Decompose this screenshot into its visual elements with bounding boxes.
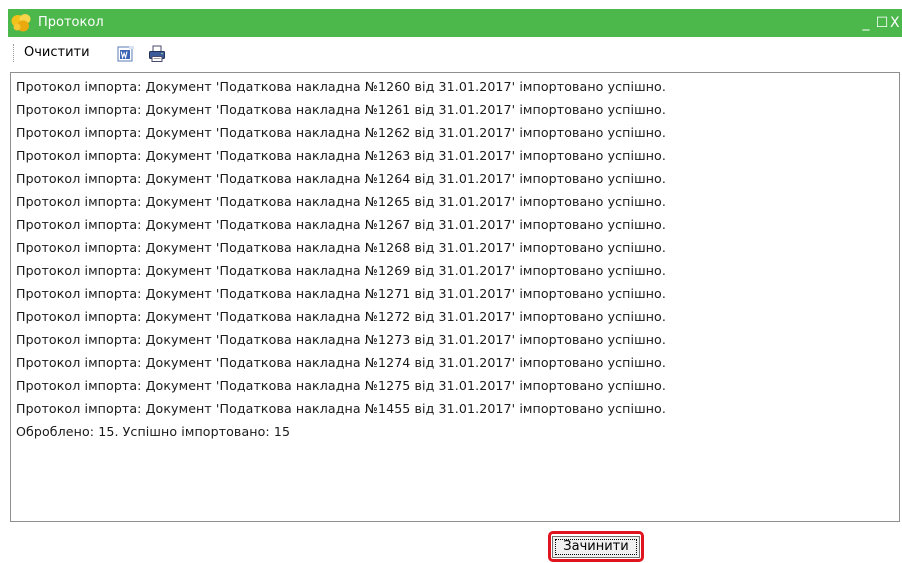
word-export-icon[interactable] xyxy=(117,45,135,63)
log-line: Протокол імпорта: Документ 'Податкова на… xyxy=(16,240,666,255)
log-line: Протокол імпорта: Документ 'Податкова на… xyxy=(16,194,666,209)
minimize-button[interactable]: _ xyxy=(858,13,874,33)
log-line: Протокол імпорта: Документ 'Податкова на… xyxy=(16,401,666,416)
close-dialog-button[interactable]: Зачинити xyxy=(552,536,640,558)
close-window-button[interactable]: X xyxy=(890,13,902,33)
focus-ring xyxy=(555,539,637,555)
log-line: Протокол імпорта: Документ 'Податкова на… xyxy=(16,171,666,186)
log-line: Протокол імпорта: Документ 'Податкова на… xyxy=(16,263,666,278)
toolbar: Очистити xyxy=(8,37,902,69)
log-line: Оброблено: 15. Успішно імпортовано: 15 xyxy=(16,424,291,439)
log-line: Протокол імпорта: Документ 'Податкова на… xyxy=(16,217,666,232)
log-line: Протокол імпорта: Документ 'Податкова на… xyxy=(16,79,666,94)
protocol-log[interactable]: Протокол імпорта: Документ 'Податкова на… xyxy=(10,72,900,522)
log-line: Протокол імпорта: Документ 'Податкова на… xyxy=(16,148,666,163)
title-bar[interactable]: Протокол _ ☐ X xyxy=(8,9,902,37)
maximize-button[interactable]: ☐ xyxy=(874,13,890,33)
log-line: Протокол імпорта: Документ 'Податкова на… xyxy=(16,332,666,347)
log-line: Протокол імпорта: Документ 'Податкова на… xyxy=(16,102,666,117)
log-lines: Протокол імпорта: Документ 'Податкова на… xyxy=(16,75,666,443)
protocol-window: Протокол _ ☐ X Очистити Протокол імпорта… xyxy=(8,9,902,563)
log-line: Протокол імпорта: Документ 'Податкова на… xyxy=(16,309,666,324)
log-line: Протокол імпорта: Документ 'Податкова на… xyxy=(16,125,666,140)
print-icon[interactable] xyxy=(148,45,166,63)
log-line: Протокол імпорта: Документ 'Податкова на… xyxy=(16,286,666,301)
clear-button[interactable]: Очистити xyxy=(22,43,92,63)
toolbar-grip[interactable] xyxy=(13,44,16,62)
app-logo-icon xyxy=(11,14,31,32)
window-title: Протокол xyxy=(38,15,104,30)
log-line: Протокол імпорта: Документ 'Податкова на… xyxy=(16,355,666,370)
log-line: Протокол імпорта: Документ 'Податкова на… xyxy=(16,378,666,393)
